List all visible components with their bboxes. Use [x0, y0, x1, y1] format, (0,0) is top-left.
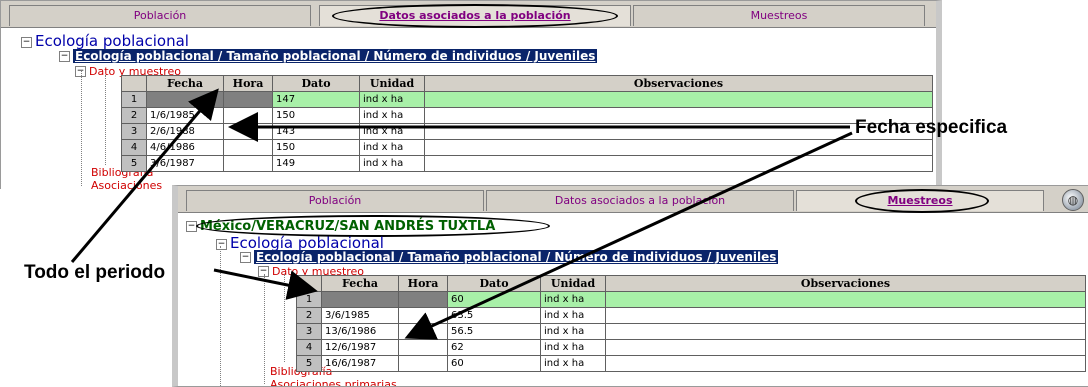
annotation-arrows	[70, 88, 853, 340]
arrow-to-panel1-period	[70, 88, 219, 263]
arrow-to-panel2-period	[213, 268, 318, 300]
arrow-to-panel2-fecha	[404, 131, 853, 340]
